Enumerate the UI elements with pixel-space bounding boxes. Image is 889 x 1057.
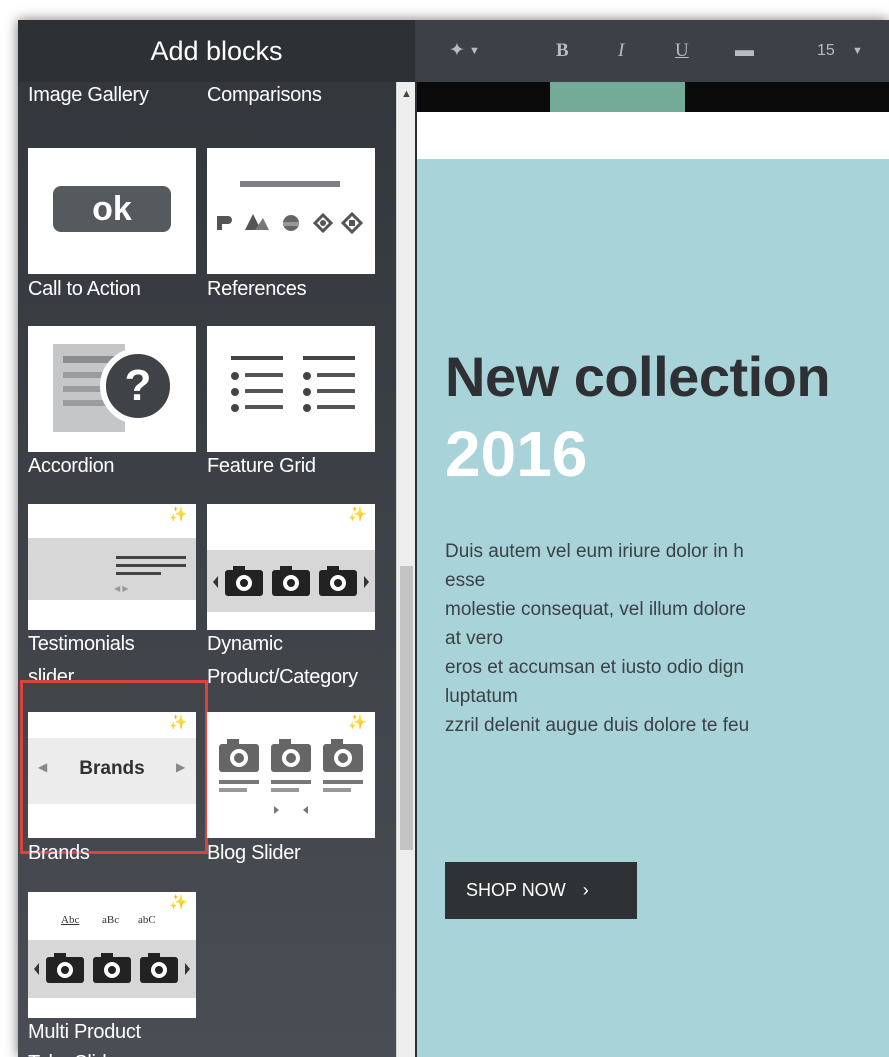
font-size-caret-icon[interactable]: ▼ [852,20,863,82]
block-label-accordion[interactable]: Accordion [28,451,115,481]
site-header-strip [417,112,889,159]
block-label-dynamic-line2[interactable]: Product/Category [207,662,358,692]
paragraph-line: zzril delenit augue duis dolore te feu [445,715,750,736]
hero-heading[interactable]: New collection [445,344,831,409]
block-label-brands[interactable]: Brands [28,838,90,868]
block-label-blog-slider[interactable]: Blog Slider [207,838,301,868]
blocks-grid: Image Gallery Comparisons ok Call to Act… [18,82,396,1057]
camera-icons [213,566,369,596]
multi-camera-icons [34,953,190,983]
paragraph-line: luptatum [445,686,518,707]
new-badge-icon: ✨ [348,506,367,523]
format-toolbar: ✦ ▼ B I U ▬ 15 ▼ [415,20,889,82]
block-multi-product-tabs-slider[interactable]: ✨ Abc aBc abC [28,892,196,1018]
magic-wand-icon[interactable]: ✦ [449,20,465,82]
underline-button[interactable]: U [675,20,689,82]
bold-button[interactable]: B [556,20,569,82]
question-icon: ? [100,348,176,424]
magic-dropdown-caret-icon[interactable]: ▼ [469,20,480,82]
new-badge-icon: ✨ [169,714,188,731]
references-logos-icon [217,211,364,235]
hero-year[interactable]: 2016 [445,417,587,491]
block-accordion[interactable]: ? [28,326,196,452]
chevron-right-icon: › [582,880,589,900]
block-label-multi-line2[interactable]: Tabs Slider [28,1048,124,1057]
references-bar [240,181,340,187]
editor-area: ✦ ▼ B I U ▬ 15 ▼ New collection 2016 Dui… [415,20,889,1057]
block-label-image-gallery[interactable]: Image Gallery [28,82,149,110]
chevron-right-icon: ▶ [176,760,186,774]
slider-dots-icon: ◀ ▶ [114,584,129,593]
block-label-testimonials-line1[interactable]: Testimonials [28,629,135,659]
new-badge-icon: ✨ [169,506,188,523]
block-label-multi-line1[interactable]: Multi Product [28,1017,141,1047]
scroll-up-icon[interactable]: ▲ [397,86,416,102]
paragraph-line: esse [445,570,486,591]
hero-paragraph[interactable]: Duis autem vel eum iriure dolor in h ess… [445,537,889,740]
tab-label-2: aBc [102,914,120,926]
tab-label-1: Abc [61,914,80,926]
block-brands[interactable]: ✨ ◀ Brands ▶ [28,712,196,838]
block-dynamic-product-category[interactable]: ✨ [207,504,375,630]
brands-tile-text: Brands [79,758,145,779]
eraser-icon[interactable]: ▬ [735,20,754,82]
font-size-value[interactable]: 15 [817,20,835,82]
site-top-accent [550,82,685,112]
add-blocks-panel: Add blocks Image Gallery Comparisons ok … [18,20,415,1057]
panel-scrollbar[interactable]: ▲ [396,82,415,1057]
paragraph-line: eros et accumsan et iusto odio dign [445,657,744,678]
cta-ok-button-preview: ok [53,186,171,232]
blog-camera-icons [219,739,363,814]
block-label-call-to-action[interactable]: Call to Action [28,274,141,304]
block-label-references[interactable]: References [207,274,307,304]
block-testimonials-slider[interactable]: ✨ ◀ ▶ [28,504,196,630]
shop-now-label: SHOP NOW [466,880,566,900]
scroll-thumb[interactable] [400,566,413,850]
tab-label-3: abC [138,914,156,926]
new-badge-icon: ✨ [169,894,188,911]
page-canvas[interactable]: New collection 2016 Duis autem vel eum i… [415,82,889,1057]
block-references[interactable] [207,148,375,274]
block-label-feature-grid[interactable]: Feature Grid [207,451,316,481]
paragraph-line: molestie consequat, vel illum dolore [445,599,746,620]
shop-now-button[interactable]: SHOP NOW › [445,862,637,919]
block-blog-slider[interactable]: ✨ [207,712,375,838]
paragraph-line: at vero [445,628,504,649]
block-label-dynamic-line1[interactable]: Dynamic [207,629,283,659]
app-window: Add blocks Image Gallery Comparisons ok … [18,20,889,1057]
paragraph-line: Duis autem vel eum iriure dolor in h [445,541,744,562]
block-label-comparisons[interactable]: Comparisons [207,82,322,110]
block-feature-grid[interactable] [207,326,375,452]
panel-title: Add blocks [18,20,415,82]
italic-button[interactable]: I [618,20,624,82]
feature-list-icon [231,356,355,412]
new-badge-icon: ✨ [348,714,367,731]
block-call-to-action[interactable]: ok [28,148,196,274]
